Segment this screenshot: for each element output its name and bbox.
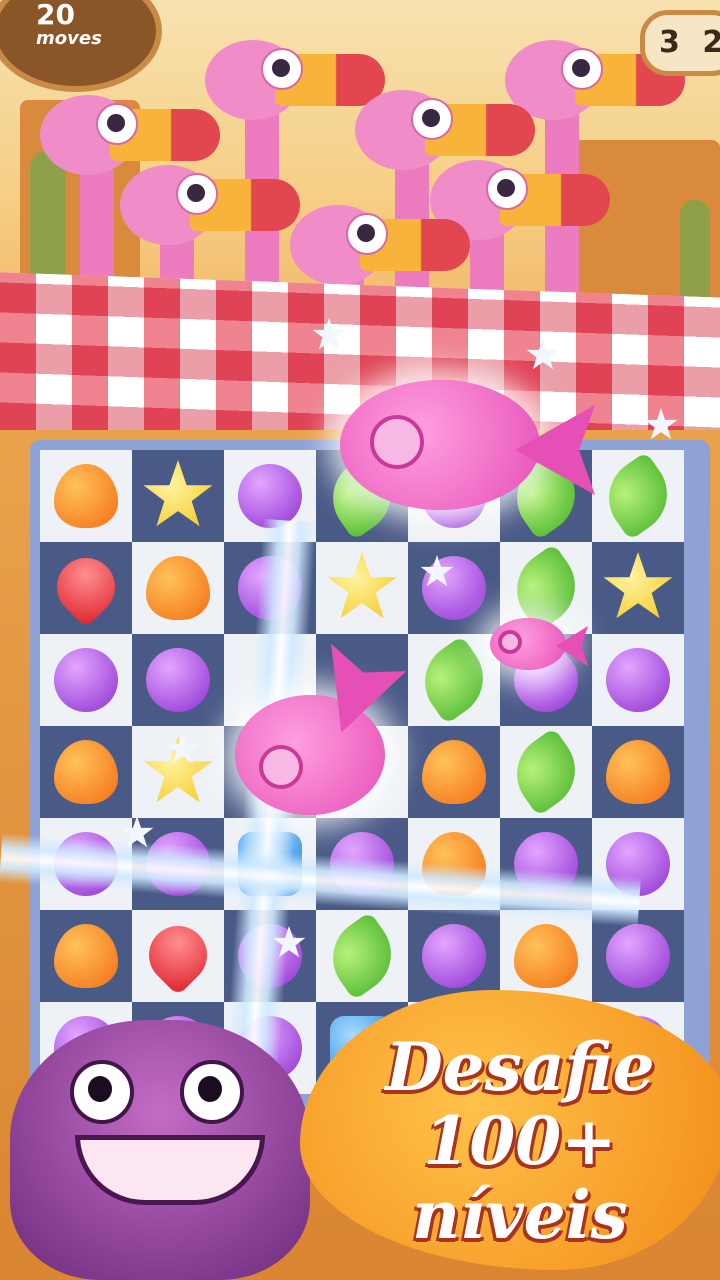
green-candy[interactable] <box>593 451 683 541</box>
board-cell[interactable] <box>408 634 500 726</box>
score-counter: 3 2 <box>640 10 720 76</box>
yellow-candy[interactable] <box>143 460 213 527</box>
green-candy[interactable] <box>409 635 499 725</box>
orange-candy[interactable] <box>606 740 670 804</box>
purple-monster-mascot <box>0 1000 330 1280</box>
promo-text: Desafie 100+ níveis <box>330 1030 710 1252</box>
board-cell[interactable] <box>408 910 500 1002</box>
orange-candy[interactable] <box>514 924 578 988</box>
purple-candy[interactable] <box>422 556 486 620</box>
orange-candy[interactable] <box>146 556 210 620</box>
purple-candy[interactable] <box>54 648 118 712</box>
red-candy[interactable] <box>44 545 128 629</box>
board-cell[interactable] <box>40 450 132 542</box>
game-scene: 20 moves 3 2 Desafie 100+ níveis <box>0 0 720 1280</box>
board-cell[interactable] <box>316 542 408 634</box>
board-cell[interactable] <box>132 634 224 726</box>
yellow-candy[interactable] <box>603 552 673 619</box>
board-cell[interactable] <box>132 910 224 1002</box>
promo-line-2: 100+ níveis <box>412 1102 628 1254</box>
fish-candy-small <box>490 612 590 682</box>
score-value: 3 2 <box>659 25 720 60</box>
board-cell[interactable] <box>132 542 224 634</box>
board-cell[interactable] <box>592 450 684 542</box>
monster-eye <box>180 1060 244 1124</box>
board-cell[interactable] <box>132 726 224 818</box>
orange-candy[interactable] <box>54 464 118 528</box>
orange-candy[interactable] <box>422 740 486 804</box>
fish-candy-medium <box>235 655 395 835</box>
purple-candy[interactable] <box>606 648 670 712</box>
red-candy[interactable] <box>136 913 220 997</box>
board-cell[interactable] <box>40 910 132 1002</box>
monster-eye <box>70 1060 134 1124</box>
purple-candy[interactable] <box>238 464 302 528</box>
board-cell[interactable] <box>408 542 500 634</box>
board-cell[interactable] <box>592 542 684 634</box>
board-cell[interactable] <box>316 910 408 1002</box>
board-cell[interactable] <box>592 634 684 726</box>
green-candy[interactable] <box>317 911 407 1001</box>
purple-candy[interactable] <box>606 924 670 988</box>
green-candy[interactable] <box>501 727 591 817</box>
yellow-candy[interactable] <box>327 552 397 619</box>
purple-candy[interactable] <box>422 924 486 988</box>
moves-label: moves <box>36 28 102 49</box>
promo-line-1: Desafie <box>385 1028 655 1106</box>
board-cell[interactable] <box>500 910 592 1002</box>
orange-candy[interactable] <box>54 740 118 804</box>
moves-value: 20 <box>36 0 75 31</box>
board-cell[interactable] <box>40 542 132 634</box>
board-cell[interactable] <box>500 726 592 818</box>
orange-candy[interactable] <box>54 924 118 988</box>
board-cell[interactable] <box>592 726 684 818</box>
board-cell[interactable] <box>132 450 224 542</box>
board-cell[interactable] <box>40 634 132 726</box>
fish-candy-large <box>340 370 600 530</box>
board-cell[interactable] <box>40 726 132 818</box>
board-cell[interactable] <box>408 726 500 818</box>
purple-candy[interactable] <box>146 648 210 712</box>
